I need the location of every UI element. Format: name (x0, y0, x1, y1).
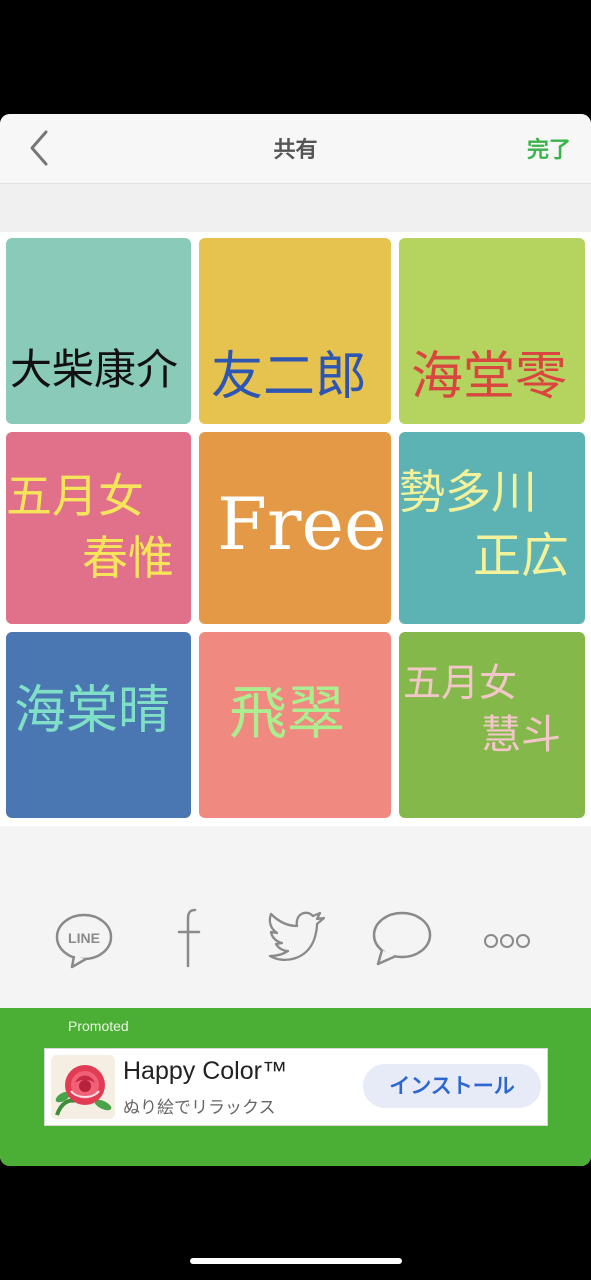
share-message-button[interactable] (368, 904, 438, 974)
tile-text-line-2: 春惟 (82, 531, 174, 585)
tile-6[interactable]: 勢多川 正広 (399, 432, 585, 624)
facebook-icon (177, 908, 201, 968)
tile-text: 大柴康介 (10, 345, 179, 394)
home-indicator (190, 1258, 402, 1264)
page-title: 共有 (273, 138, 318, 163)
tile-text: 海堂零 (411, 347, 568, 407)
image-grid: 大柴康介 友二郎 海堂零 五月女 春惟 Free 勢多川 正広 海棠晴 飛翠 五… (0, 232, 591, 826)
done-button[interactable]: 完了 (527, 132, 571, 164)
twitter-bird-icon (268, 911, 326, 961)
share-options: LINE (0, 904, 591, 974)
tile-7[interactable]: 海棠晴 (6, 632, 191, 818)
tile-text-line-1: 五月女 (403, 661, 518, 705)
tile-5[interactable]: Free (199, 432, 391, 624)
tile-9[interactable]: 五月女 慧斗 (399, 632, 585, 818)
tile-3[interactable]: 海堂零 (399, 238, 585, 424)
tile-8[interactable]: 飛翠 (199, 632, 391, 818)
tile-2[interactable]: 友二郎 (199, 238, 391, 424)
more-options-button[interactable] (472, 904, 542, 974)
line-label: LINE (68, 930, 100, 946)
ad-banner: Promoted Happy Color™ ぬり絵でリラックス インストール (0, 1008, 591, 1166)
more-dots-icon (484, 934, 530, 948)
ad-title: Happy Color™ (123, 1057, 287, 1085)
tile-4[interactable]: 五月女 春惟 (6, 432, 191, 624)
spacer-strip (0, 184, 591, 232)
tile-text-line-2: 慧斗 (481, 712, 561, 758)
promoted-label: Promoted (68, 1018, 129, 1034)
line-icon: LINE (55, 913, 113, 969)
tile-text: 飛翠 (229, 679, 346, 747)
navigation-bar: 共有 完了 (0, 114, 591, 184)
tile-text: 友二郎 (211, 347, 368, 407)
speech-bubble-icon (372, 911, 432, 966)
share-facebook-button[interactable] (155, 904, 225, 974)
tile-text-line-1: 勢多川 (399, 465, 537, 519)
tile-text: 海棠晴 (14, 681, 171, 741)
share-twitter-button[interactable] (262, 904, 332, 974)
share-line-button[interactable]: LINE (50, 904, 120, 974)
tile-text-line-2: 正広 (473, 528, 570, 584)
install-button[interactable]: インストール (363, 1064, 541, 1108)
tile-text-line-1: 五月女 (6, 469, 144, 523)
app-icon (51, 1055, 115, 1119)
tile-1[interactable]: 大柴康介 (6, 238, 191, 424)
ad-card[interactable]: Happy Color™ ぬり絵でリラックス インストール (44, 1048, 548, 1126)
ad-subtitle: ぬり絵でリラックス (123, 1098, 276, 1118)
share-sheet: 共有 完了 大柴康介 友二郎 海堂零 五月女 春惟 Free 勢多川 正広 海棠… (0, 114, 591, 1166)
tile-text: Free (217, 482, 387, 566)
rose-icon (51, 1055, 115, 1119)
